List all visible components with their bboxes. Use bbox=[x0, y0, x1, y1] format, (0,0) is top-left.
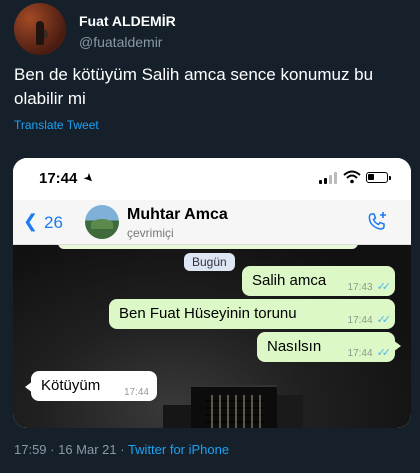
chat-header: ❮ 26 Muhtar Amca çevrimiçi bbox=[13, 200, 411, 245]
cell-signal-icon bbox=[319, 172, 337, 184]
message-bubble-outgoing[interactable]: Salih amca 17:43 ✓✓ bbox=[242, 266, 395, 296]
message-time: 17:44 bbox=[347, 315, 373, 326]
message-bubble-outgoing[interactable]: Ben Fuat Hüseyinin torunu 17:44 ✓✓ bbox=[109, 299, 395, 329]
status-time: 17:44 bbox=[39, 170, 78, 187]
tweet-header: Fuat ALDEMİR @fuataldemir bbox=[14, 3, 414, 55]
author-handle[interactable]: @fuataldemir bbox=[79, 34, 162, 50]
location-arrow-icon: ➤ bbox=[80, 169, 98, 187]
phone-status-bar: 17:44 ➤ bbox=[13, 158, 411, 200]
read-ticks-icon: ✓✓ bbox=[376, 347, 392, 359]
message-meta: 17:44 ✓✓ bbox=[347, 312, 392, 329]
battery-icon bbox=[366, 172, 391, 183]
date-divider: Bugün bbox=[184, 253, 235, 271]
wifi-icon bbox=[343, 170, 361, 184]
message-meta: 17:43 ✓✓ bbox=[347, 279, 392, 296]
tweet-source[interactable]: Twitter for iPhone bbox=[128, 442, 229, 457]
tweet-footer: 17:59 · 16 Mar 21 · Twitter for iPhone bbox=[14, 442, 229, 457]
tweet-timestamp[interactable]: 17:59 · 16 Mar 21 · bbox=[14, 442, 128, 457]
message-bubble-outgoing[interactable]: Nasılsın 17:44 ✓✓ bbox=[257, 332, 401, 362]
attached-screenshot[interactable]: 17:44 ➤ ❮ 26 Muhtar Amca çevrimiçi Bugün… bbox=[13, 158, 411, 428]
message-text: Salih amca bbox=[252, 272, 327, 289]
message-time: 17:43 bbox=[347, 282, 373, 293]
add-call-icon[interactable] bbox=[365, 210, 389, 234]
contact-name[interactable]: Muhtar Amca bbox=[127, 206, 228, 224]
message-text: Nasılsın bbox=[267, 338, 322, 355]
back-unread-count[interactable]: 26 bbox=[44, 213, 63, 233]
author-name[interactable]: Fuat ALDEMİR bbox=[79, 13, 176, 29]
tweet-text: Ben de kötüyüm Salih amca sence konumuz … bbox=[14, 65, 374, 108]
read-ticks-icon: ✓✓ bbox=[376, 314, 392, 326]
contact-avatar[interactable] bbox=[85, 205, 119, 239]
author-avatar[interactable] bbox=[14, 3, 66, 55]
message-time: 17:44 bbox=[347, 348, 373, 359]
message-time: 17:44 bbox=[123, 387, 149, 398]
message-meta: 17:44 ✓✓ bbox=[347, 345, 392, 362]
read-ticks-icon: ✓✓ bbox=[376, 281, 392, 293]
translate-tweet-link[interactable]: Translate Tweet bbox=[14, 118, 99, 132]
message-meta: 17:44 bbox=[124, 385, 149, 401]
message-bubble-incoming[interactable]: Kötüyüm 17:44 bbox=[25, 371, 157, 401]
previous-message-cut bbox=[58, 245, 358, 249]
chevron-left-icon[interactable]: ❮ bbox=[23, 211, 38, 232]
message-text: Ben Fuat Hüseyinin torunu bbox=[119, 305, 297, 322]
contact-status: çevrimiçi bbox=[127, 226, 174, 240]
chat-body[interactable]: Bugün Salih amca 17:43 ✓✓ Ben Fuat Hüseyi… bbox=[13, 245, 411, 428]
message-text: Kötüyüm bbox=[41, 377, 101, 394]
